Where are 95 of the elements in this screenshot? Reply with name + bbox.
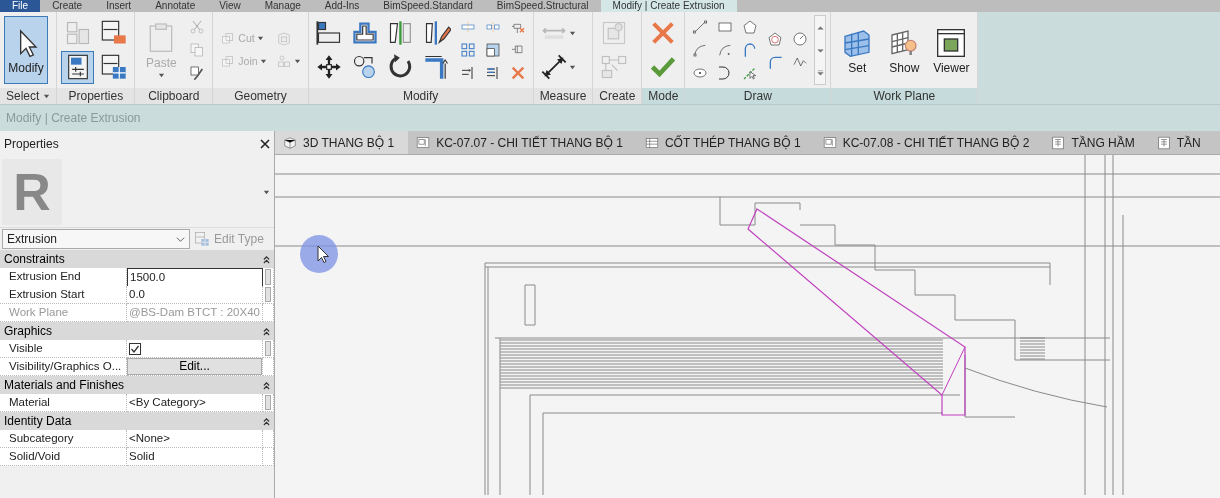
caret-icon [568, 63, 576, 71]
panels-icon [194, 231, 210, 247]
ribbon-tab[interactable]: Insert [94, 0, 144, 12]
group-header[interactable]: Materials and Finishes [0, 376, 274, 394]
sheet-icon [416, 135, 431, 150]
plan-icon [1156, 135, 1171, 150]
tool-button[interactable] [61, 50, 95, 84]
ribbon-tab[interactable]: BimSpeed.Structural [484, 0, 601, 12]
sheet-icon [822, 135, 837, 150]
box-face-icon [275, 30, 292, 47]
ribbon-tab[interactable]: View [207, 0, 253, 12]
view-cube-icon [283, 135, 297, 150]
caret-icon [157, 71, 165, 79]
panel-title[interactable]: Mode [642, 88, 685, 104]
dropdown-caret-icon [263, 188, 270, 196]
file-menu-tab[interactable]: File [0, 0, 41, 12]
split-icon [459, 19, 476, 35]
squares-arrows-icon [599, 53, 628, 81]
caret-icon [43, 92, 51, 100]
parameter-button[interactable] [265, 287, 271, 302]
document-tab[interactable]: TẦN [1148, 131, 1215, 154]
panel-title[interactable]: Properties [57, 88, 135, 104]
caret-icon [293, 58, 301, 65]
grid-panel-icon [99, 53, 128, 81]
collapse-icon [263, 326, 270, 336]
chevron-icon [176, 234, 185, 244]
panel-title[interactable]: Clipboard [135, 88, 213, 104]
down-arrow-icon [816, 46, 824, 54]
panel-title[interactable]: Modify [308, 88, 533, 104]
collapse-icon [263, 380, 270, 390]
group-header[interactable]: Graphics [0, 322, 274, 340]
copy-icon [189, 42, 206, 58]
panel-title[interactable]: Geometry [213, 88, 308, 104]
ribbon-tab[interactable]: Add-Ins [312, 0, 372, 12]
panel-title[interactable]: Measure [533, 88, 593, 104]
tool-button[interactable]: Viewer [929, 16, 974, 84]
property-value: Solid [127, 448, 263, 466]
ribbon-tab[interactable]: BimSpeed.Standard [371, 0, 485, 12]
rectangle-icon [717, 19, 734, 35]
ribbon-tab[interactable]: Annotate [143, 0, 208, 12]
caret-icon [256, 35, 264, 42]
type-selector[interactable]: Extrusion [2, 229, 190, 249]
tool-button[interactable]: Modify [4, 16, 48, 84]
parameter-button[interactable] [265, 269, 271, 285]
document-tab[interactable]: CỐT THÉP THANG BỘ 1 [636, 131, 815, 154]
dimension-icon [539, 53, 568, 81]
folder-panel-icon [99, 19, 128, 47]
trim-lines-icon [459, 65, 476, 81]
viewer-box-icon [935, 26, 968, 59]
checkbox[interactable] [129, 342, 141, 355]
tool-button[interactable]: Show [882, 16, 927, 84]
collapse-icon [263, 416, 270, 426]
ellipse-icon [692, 65, 709, 81]
parameter-button[interactable] [265, 395, 271, 410]
document-tab[interactable]: 3D THANG BỘ 1 [275, 131, 409, 154]
mirror-pencil-icon [423, 19, 452, 47]
ribbon-tab[interactable]: Manage [252, 0, 313, 12]
expand-icon [816, 69, 824, 77]
circle-icon [792, 30, 809, 47]
circumscribed-polygon-icon [767, 30, 784, 47]
ribbon-tab[interactable]: Create [40, 0, 95, 12]
table-icon [644, 135, 659, 150]
panel-title: Properties [4, 136, 59, 153]
caret-icon [568, 29, 576, 37]
plan-icon [1051, 135, 1066, 150]
edit-button[interactable]: Edit... [127, 358, 262, 375]
document-tab[interactable]: KC-07.08 - CHI TIẾT THANG BỘ 2 [814, 131, 1044, 154]
tool-button[interactable]: Set [835, 16, 880, 84]
up-arrow-icon [816, 23, 824, 31]
cross-icon [509, 65, 526, 81]
caret-icon [259, 58, 267, 65]
trim-multi-icon [484, 65, 501, 81]
brush-icon [189, 65, 206, 81]
ribbon-tab[interactable]: Modify | Create Extrusion [600, 0, 737, 12]
document-tab[interactable]: TẦNG HẦM [1043, 131, 1149, 154]
panel-title[interactable]: Work Plane [831, 88, 978, 104]
panel-title[interactable]: Create [593, 88, 642, 104]
shapes-icon [275, 53, 292, 70]
property-name: Solid/Void [0, 448, 127, 466]
document-tab[interactable]: KC-07.07 - CHI TIẾT THANG BỘ 1 [408, 131, 637, 154]
panel-title[interactable]: Draw [685, 88, 831, 104]
scissors-icon [189, 19, 206, 35]
logo-letter: R [2, 159, 62, 225]
parameter-button[interactable] [265, 341, 271, 356]
line-icon [692, 19, 709, 35]
split-gap-icon [484, 19, 501, 35]
four-squares-icon [459, 42, 476, 58]
pentagon-icon [742, 19, 759, 35]
collapse-icon [263, 254, 270, 264]
scale-square-icon [484, 42, 501, 58]
panel-title[interactable]: Select [0, 88, 57, 104]
cursor-highlight-icon [299, 234, 339, 274]
group-header[interactable]: Constraints [0, 250, 274, 268]
group-header[interactable]: Identity Data [0, 412, 274, 430]
close-button[interactable] [260, 139, 270, 149]
